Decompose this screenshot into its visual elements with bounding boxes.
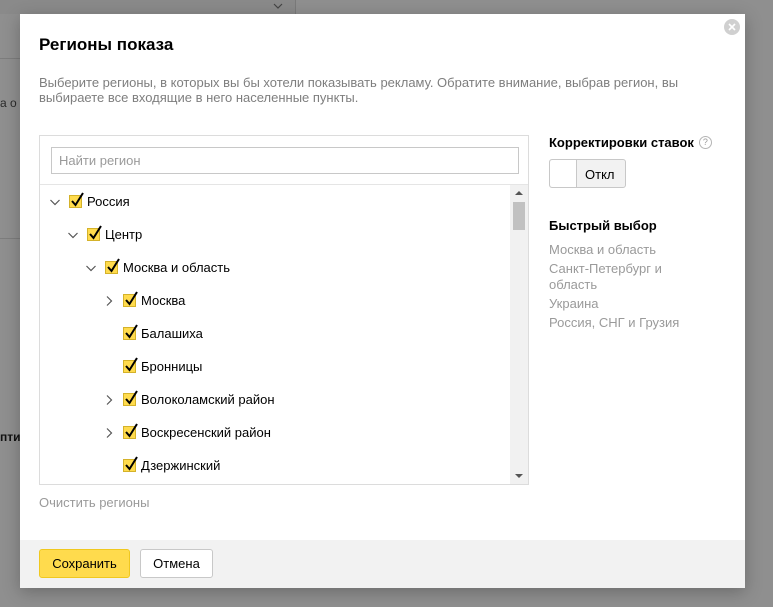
tree-row[interactable]: Волоколамский район [103,383,275,416]
tree-row[interactable]: Воскресенский район [103,416,271,449]
quick-select-item[interactable]: Санкт-Петербург и область [549,261,699,293]
clear-regions-link[interactable]: Очистить регионы [39,495,149,510]
checkmark-icon [71,192,84,207]
background-text-fragment: пти [0,430,21,444]
region-label: Воскресенский район [141,425,271,440]
cancel-button[interactable]: Отмена [140,549,213,578]
close-icon [728,23,736,31]
chevron-right-icon[interactable] [103,295,115,307]
bid-adjustments-heading: Корректировки ставок ? [549,135,712,150]
region-label: Бронницы [141,359,203,374]
tree-row[interactable]: Балашиха [103,317,203,350]
region-checkbox[interactable] [105,258,120,274]
region-tree: Россия Центр Москва и область Москва Балаших… [40,185,510,484]
region-label: Балашиха [141,326,203,341]
chevron-down-icon[interactable] [85,262,97,274]
scroll-thumb[interactable] [513,202,525,230]
chevron-right-icon[interactable] [103,394,115,406]
scroll-down-button[interactable] [510,468,528,484]
quick-select-item[interactable]: Россия, СНГ и Грузия [549,315,699,331]
quick-select-heading: Быстрый выбор [549,218,657,233]
save-button[interactable]: Сохранить [39,549,130,578]
checkmark-icon [125,324,138,339]
checkmark-icon [125,291,138,306]
region-checkbox[interactable] [69,192,84,208]
region-label: Москва и область [123,260,231,275]
region-label: Москва [141,293,186,308]
chevron-down-icon[interactable] [67,229,79,241]
region-checkbox[interactable] [123,291,138,307]
tree-row[interactable]: Центр [67,218,142,251]
toggle-label: Откл [585,167,615,182]
checkmark-icon [125,456,138,471]
checkmark-icon [107,258,120,273]
region-checkbox[interactable] [123,324,138,340]
tree-row[interactable]: Москва [103,284,185,317]
quick-select-item[interactable]: Украина [549,296,699,312]
tree-row[interactable]: Россия [49,185,130,218]
background-divider [0,238,20,239]
modal-description: Выберите регионы, в которых вы бы хотели… [39,75,679,105]
bid-adjustments-label: Корректировки ставок [549,135,694,150]
checkmark-icon [89,225,102,240]
tree-row[interactable]: Москва и область [85,251,230,284]
tree-row[interactable]: Бронницы [103,350,202,383]
modal-footer: Сохранить Отмена [20,540,745,588]
checkmark-icon [125,390,138,405]
chevron-down-icon [273,3,283,9]
region-tree-panel: Россия Центр Москва и область Москва Балаших… [39,135,529,485]
region-checkbox[interactable] [123,456,138,472]
region-label: Центр [105,227,143,242]
region-label: Дзержинский [141,458,221,473]
scrollbar[interactable] [510,185,528,484]
help-icon[interactable]: ? [698,136,712,149]
quick-select-item[interactable]: Москва и область [549,242,699,258]
modal-title: Регионы показа [39,35,174,54]
toggle-knob [550,160,577,187]
region-search-input[interactable] [51,147,519,174]
scroll-up-arrow-icon [515,191,523,195]
background-text-fragment: а о [0,96,17,110]
region-checkbox[interactable] [123,357,138,373]
region-label: Волоколамский район [141,392,275,407]
scroll-down-arrow-icon [515,474,523,478]
background-select-field [0,0,296,14]
region-checkbox[interactable] [87,225,102,241]
region-checkbox[interactable] [123,423,138,439]
background-page-top [0,0,773,14]
background-divider [0,58,20,59]
tree-row[interactable]: Дзержинский [103,449,220,482]
quick-select-list: Москва и область Санкт-Петербург и облас… [549,242,699,334]
checkmark-icon [125,423,138,438]
region-label: Россия [87,194,130,209]
regions-modal: Регионы показа Выберите регионы, в котор… [20,14,745,588]
scroll-up-button[interactable] [510,185,528,201]
bid-adjustments-toggle[interactable]: Откл [549,159,626,188]
region-checkbox[interactable] [123,390,138,406]
chevron-right-icon[interactable] [103,427,115,439]
chevron-down-icon[interactable] [49,196,61,208]
checkmark-icon [125,357,138,372]
close-button[interactable] [724,19,740,35]
